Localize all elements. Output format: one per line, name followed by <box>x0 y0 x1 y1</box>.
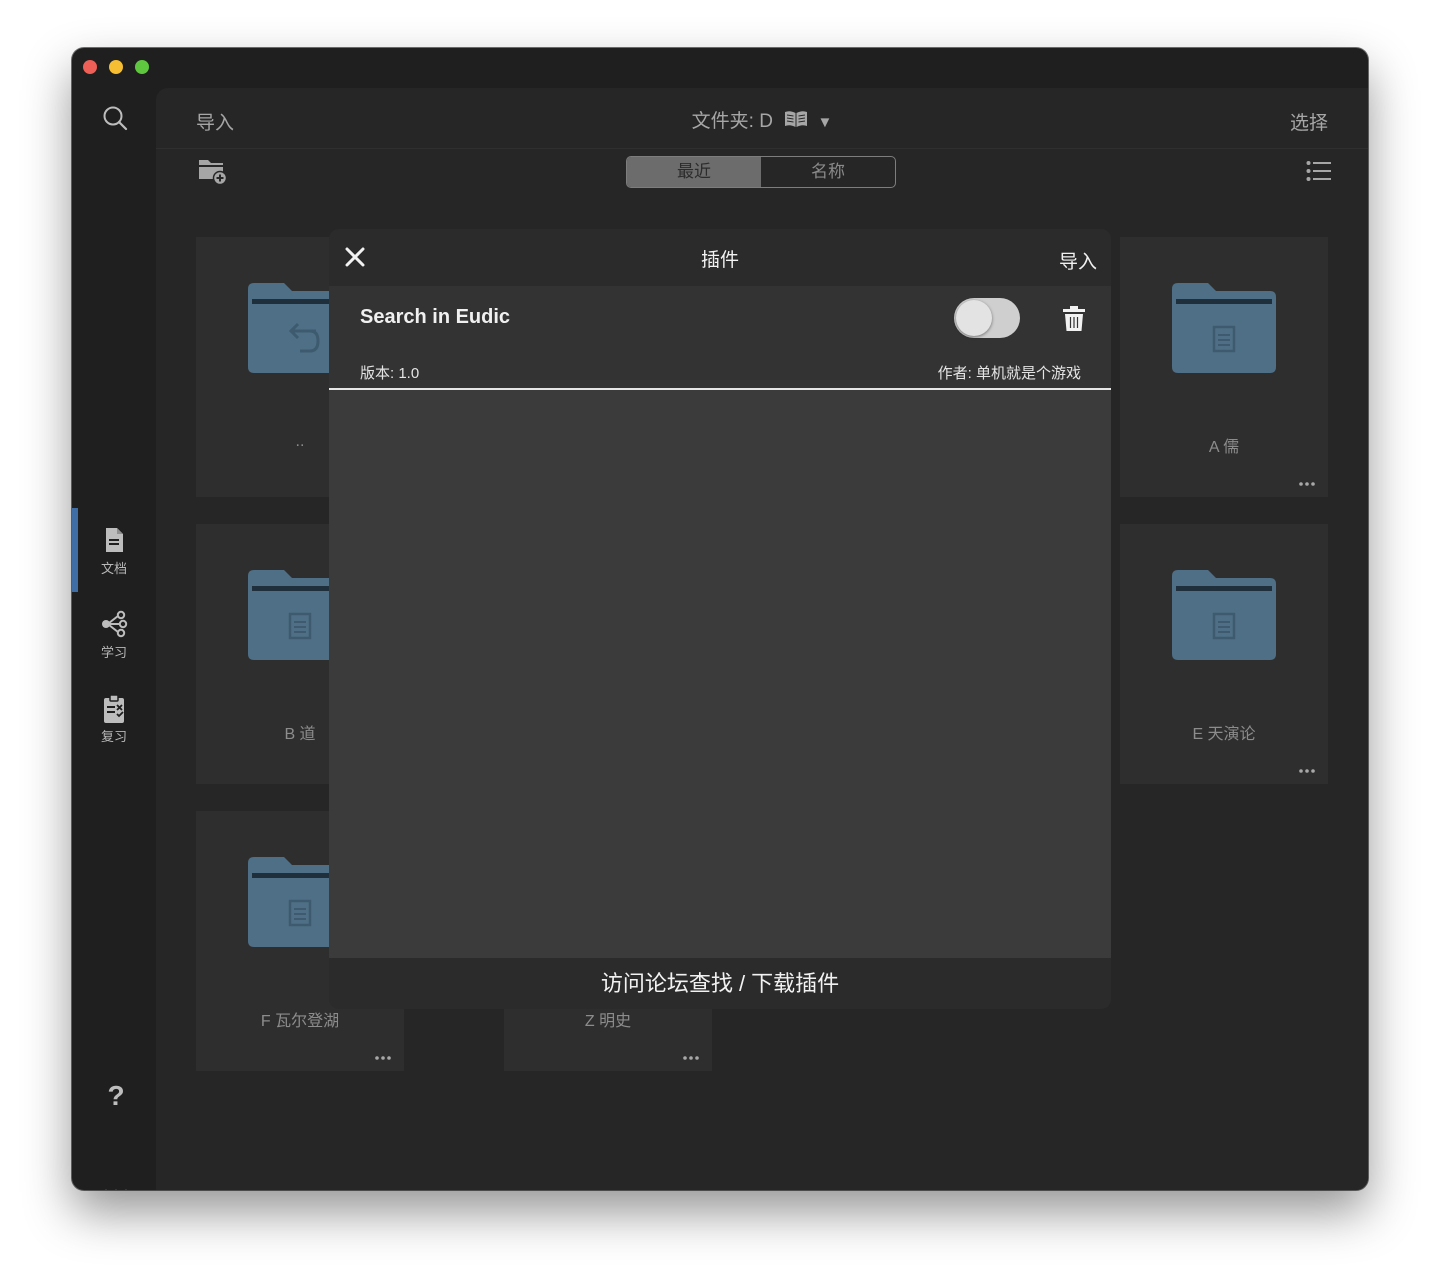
folder-name: E 天演论 <box>1192 726 1256 743</box>
folder-card[interactable]: E 天演论 <box>1120 524 1328 784</box>
sidebar-item-documents[interactable]: 文档 <box>72 514 156 584</box>
dialog-import-button[interactable]: 导入 <box>1059 247 1097 274</box>
share-graph-icon <box>102 610 128 638</box>
trash-icon[interactable] <box>1062 306 1086 332</box>
folder-name: F 瓦尔登湖 <box>260 1013 340 1030</box>
clipboard-icon <box>104 694 124 723</box>
select-button[interactable]: 选择 <box>1290 108 1328 135</box>
plugin-item: Search in Eudic 版本: 1.0 作者: 单机就是个游戏 <box>329 286 1111 390</box>
document-icon <box>106 528 123 552</box>
plugin-version: 版本: 1.0 <box>360 365 420 382</box>
folder-name: A 儒 <box>1208 439 1240 456</box>
help-button[interactable]: ? <box>102 1080 130 1112</box>
plugin-list-empty-area <box>329 390 1111 958</box>
folder-title: 文件夹: D <box>691 111 773 132</box>
divider <box>156 148 1368 149</box>
folder-name: Z 明史 <box>584 1013 632 1030</box>
chevron-down-icon: ▼ <box>817 114 833 131</box>
new-folder-icon[interactable] <box>198 156 228 186</box>
plugins-dialog: 插件 导入 Search in Eudic 版本: 1.0 作者: 单机就是个游… <box>329 229 1111 1009</box>
more-icon[interactable] <box>1298 768 1316 774</box>
book-icon <box>785 111 808 127</box>
dialog-header: 插件 导入 <box>329 229 1111 286</box>
dialog-title: 插件 <box>700 250 739 271</box>
sidebar-item-label: 复习 <box>100 729 127 744</box>
sidebar-item-label: 学习 <box>100 645 127 660</box>
plugin-enable-toggle[interactable] <box>954 298 1020 338</box>
sort-segmented-control[interactable]: 最近 名称 <box>626 156 896 188</box>
more-icon[interactable] <box>102 1188 130 1190</box>
sort-option-name[interactable]: 名称 <box>761 157 895 187</box>
more-icon[interactable] <box>1298 481 1316 487</box>
list-view-icon[interactable] <box>1306 160 1332 182</box>
plugin-name: Search in Eudic <box>360 306 511 328</box>
minimize-window-button[interactable] <box>109 60 123 74</box>
close-window-button[interactable] <box>83 60 97 74</box>
more-icon[interactable] <box>682 1055 700 1061</box>
sidebar-item-review[interactable]: 复习 <box>72 682 156 752</box>
sidebar: 文档 学习 复习 ? <box>72 88 156 1190</box>
plugin-author: 作者: 单机就是个游戏 <box>937 365 1081 382</box>
toggle-knob <box>956 300 992 336</box>
sidebar-item-study[interactable]: 学习 <box>72 598 156 668</box>
sidebar-item-label: 文档 <box>100 561 127 576</box>
folder-card[interactable]: A 儒 <box>1120 237 1328 497</box>
folder-icon <box>1172 570 1276 660</box>
folder-selector[interactable]: 文件夹: D ▼ <box>156 106 1368 133</box>
forum-link[interactable]: 访问论坛查找 / 下载插件 <box>329 958 1111 1009</box>
folder-icon <box>1172 283 1276 373</box>
zoom-window-button[interactable] <box>135 60 149 74</box>
search-icon[interactable] <box>101 104 129 132</box>
more-icon[interactable] <box>374 1055 392 1061</box>
sort-option-recent[interactable]: 最近 <box>627 157 761 187</box>
